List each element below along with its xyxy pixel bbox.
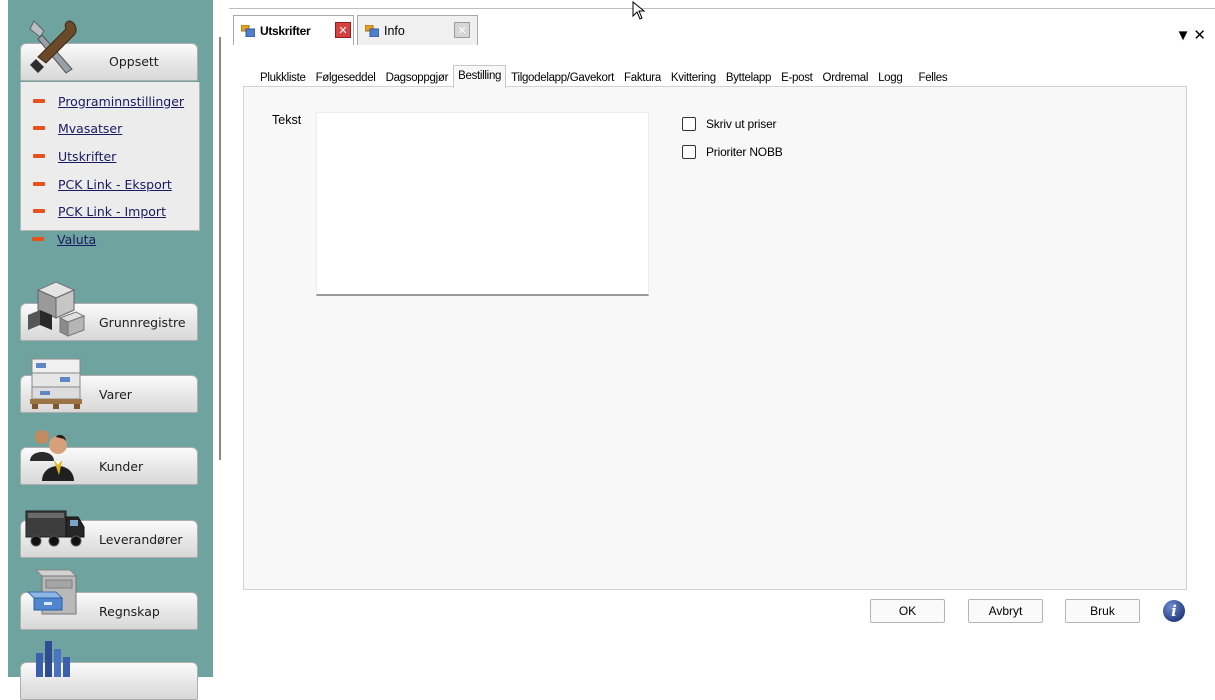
sidebar-item-pck-link-eksport[interactable]: PCK Link - Eksport xyxy=(33,176,172,192)
tekst-textarea[interactable] xyxy=(316,112,649,296)
close-tab-icon[interactable]: ✕ xyxy=(335,22,351,38)
tab-info[interactable]: Info ✕ xyxy=(357,15,478,45)
sidebar-item-valuta[interactable]: Valuta xyxy=(32,231,96,247)
tab-label: Info xyxy=(384,23,405,38)
sidebar-item-label: Utskrifter xyxy=(58,148,117,164)
apply-button[interactable]: Bruk xyxy=(1065,599,1140,623)
cancel-button[interactable]: Avbryt xyxy=(968,599,1043,623)
tab-felles[interactable]: Felles xyxy=(913,68,952,88)
sidebar-item-label: Mvasatser xyxy=(58,120,123,136)
checkbox-box[interactable] xyxy=(682,117,696,131)
group-label: Kunder xyxy=(99,459,144,474)
cubes-icon xyxy=(28,281,86,337)
sidebar-item-label: PCK Link - Eksport xyxy=(58,176,172,192)
tab-dagsoppgjor[interactable]: Dagsoppgjør xyxy=(381,68,454,88)
panel-splitter[interactable] xyxy=(219,37,221,460)
settings-tab-strip: Plukkliste Følgeseddel Dagsoppgjør Besti… xyxy=(255,65,952,88)
tab-kvittering[interactable]: Kvittering xyxy=(666,68,721,88)
bullet-dash xyxy=(33,126,45,130)
window-icon xyxy=(241,24,255,37)
group-label-oppsett: Oppsett xyxy=(109,54,159,69)
drawer-cabinet-icon xyxy=(26,569,78,615)
sidebar-item-mvasatser[interactable]: Mvasatser xyxy=(33,120,122,136)
truck-icon xyxy=(25,510,85,547)
sidebar-item-programinnstillinger[interactable]: Programinnstillinger xyxy=(33,93,184,109)
checkbox-label: Skriv ut priser xyxy=(706,117,777,131)
group-label: Varer xyxy=(99,387,132,402)
close-icon[interactable]: ✕ xyxy=(1193,27,1209,44)
checkbox-box[interactable] xyxy=(682,145,696,159)
close-tab-icon[interactable]: ✕ xyxy=(454,22,470,38)
group-label: Grunnregistre xyxy=(99,315,186,330)
checkbox-prioriter-nobb[interactable]: Prioriter NOBB xyxy=(682,145,783,159)
bullet-dash xyxy=(33,209,45,213)
sidebar-item-label: Valuta xyxy=(57,231,97,247)
tab-logg[interactable]: Logg xyxy=(873,68,907,88)
tab-ordremal[interactable]: Ordremal xyxy=(818,68,874,88)
tab-plukkliste[interactable]: Plukkliste xyxy=(255,68,311,88)
tab-byttelapp[interactable]: Byttelapp xyxy=(721,68,776,88)
tab-faktura[interactable]: Faktura xyxy=(619,68,666,88)
group-label: Regnskap xyxy=(99,604,160,619)
sidebar-item-utskrifter[interactable]: Utskrifter xyxy=(33,148,116,164)
tools-icon xyxy=(29,20,77,74)
info-icon[interactable]: i xyxy=(1163,600,1185,622)
people-icon xyxy=(30,430,74,481)
sidebar: Oppsett Programinnstillinger Mvasatser U… xyxy=(8,0,213,700)
tab-folgeseddel[interactable]: Følgeseddel xyxy=(311,68,381,88)
tab-utskrifter[interactable]: Utskrifter ✕ xyxy=(233,15,354,45)
mouse-cursor-icon xyxy=(632,1,646,20)
tekst-label: Tekst xyxy=(272,113,302,127)
dropdown-arrow-icon[interactable]: ▼ xyxy=(1176,27,1194,44)
window-icon xyxy=(365,24,379,37)
tab-label: Utskrifter xyxy=(260,23,311,38)
sidebar-item-label: PCK Link - Import xyxy=(58,203,166,219)
setup-menu-panel: Programinnstillinger Mvasatser Utskrifte… xyxy=(20,82,200,231)
sidebar-item-label: Programinnstillinger xyxy=(58,93,185,109)
window-controls: ▼✕ xyxy=(1176,26,1209,44)
bullet-dash xyxy=(33,154,45,158)
bar-chart-icon xyxy=(36,641,70,677)
bullet-dash xyxy=(33,99,45,103)
group-label: Leverandører xyxy=(99,532,183,547)
tab-bestilling[interactable]: Bestilling xyxy=(453,65,507,88)
ok-button[interactable]: OK xyxy=(870,599,945,623)
checkbox-skriv-ut-priser[interactable]: Skriv ut priser xyxy=(682,117,777,131)
sidebar-item-pck-link-import[interactable]: PCK Link - Import xyxy=(33,203,166,219)
bullet-dash xyxy=(32,237,44,241)
pallet-boxes-icon xyxy=(30,358,82,409)
bullet-dash xyxy=(33,182,45,186)
tab-tilgodelapp-gavekort[interactable]: Tilgodelapp/Gavekort xyxy=(506,68,619,88)
checkbox-label: Prioriter NOBB xyxy=(706,145,783,159)
document-tab-bar: Utskrifter ✕ Info ✕ ▼✕ xyxy=(229,1,1215,45)
tab-e-post[interactable]: E-post xyxy=(776,68,817,88)
